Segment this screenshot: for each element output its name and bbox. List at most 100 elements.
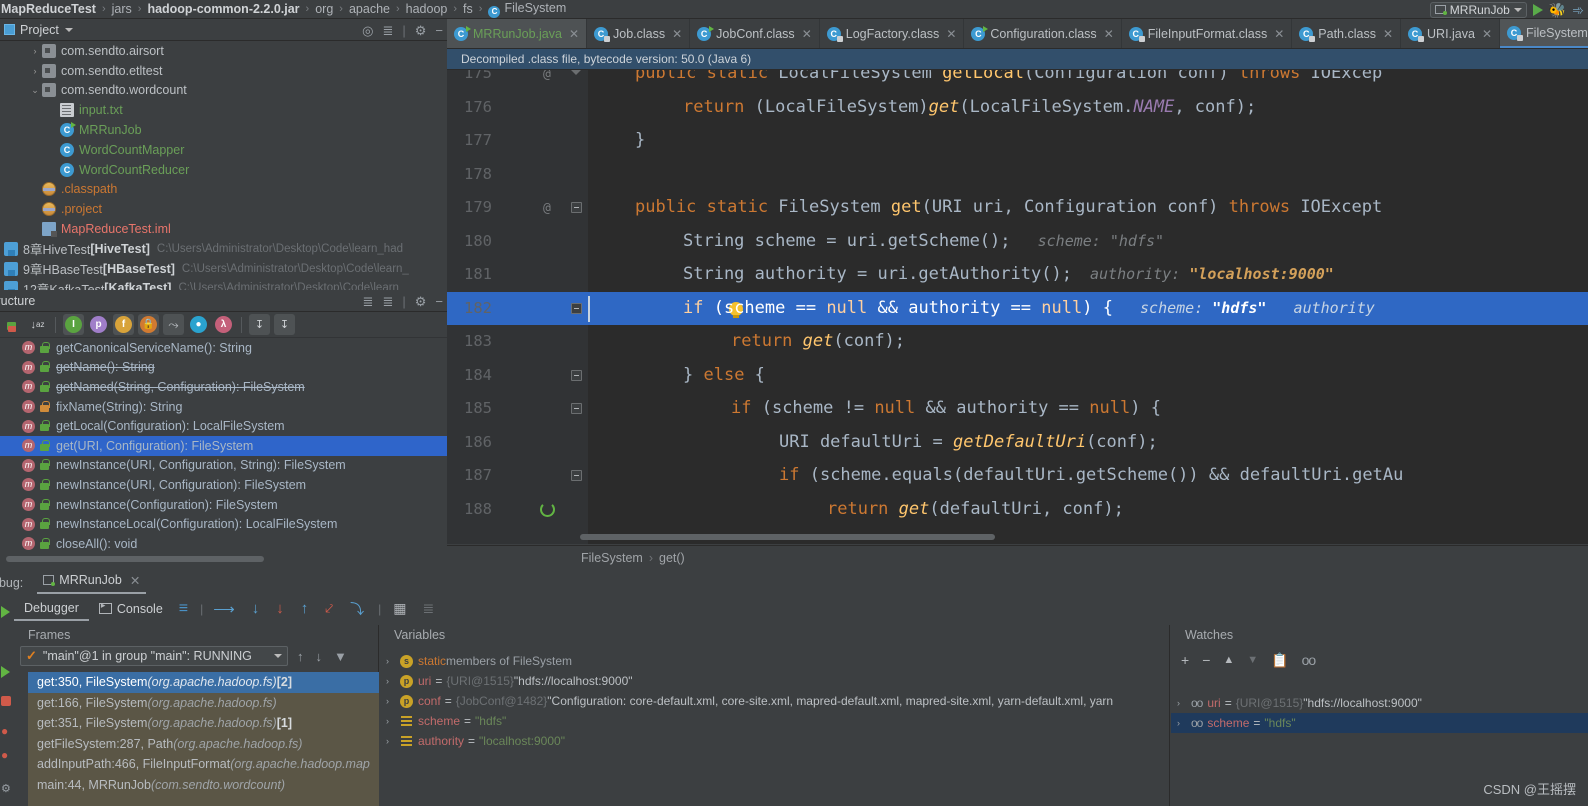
sort-alphabetically-icon[interactable]: ↓ az [27,314,48,335]
code-line[interactable]: if (scheme.equals(defaultUri.getScheme()… [779,459,1403,493]
code-line[interactable]: } else { [683,359,765,393]
chevron-right-icon[interactable]: › [28,66,42,76]
mute-breakpoints-icon[interactable]: ● [1,748,13,762]
project-tree-item[interactable]: C WordCountReducer [0,160,447,180]
code-line[interactable]: URI defaultUri = getDefaultUri(conf); [779,426,1158,460]
show-non-public-members-icon[interactable]: 🔒 [138,314,159,335]
fold-collapse-icon[interactable] [571,403,582,414]
code-line[interactable]: public static FileSystem get(URI uri, Co… [635,191,1382,225]
chevron-down-icon[interactable]: ⌄ [28,85,42,96]
project-module-item[interactable]: 8章HiveTest [HiveTest] C:\Users\Administra… [0,239,447,259]
drop-frame-icon[interactable]: ⤦ [325,600,333,617]
variables-list[interactable]: › s static members of FileSystem › p uri = {URI… [380,651,1169,751]
collapse-all-icon[interactable]: ≣ [382,295,393,308]
breadcrumb-item-7[interactable]: C FileSystem [487,1,567,18]
frame-row[interactable]: get:166, FileSystem (org.apache.hadoop.f… [28,693,379,714]
close-icon[interactable]: ✕ [569,27,579,41]
thread-selector[interactable]: ✓ "main"@1 in group "main": RUNNING [20,646,288,666]
evaluate-expression-icon[interactable]: ▦ [393,600,406,617]
view-breakpoints-icon[interactable]: ● [1,724,13,738]
structure-tree[interactable]: m getCanonicalServiceName(): String m getNa… [0,338,447,554]
step-over-icon[interactable]: ⟶ [213,600,235,618]
watch-row[interactable]: › oo uri = {URI@1515} "hdfs://localhost:9000… [1171,693,1588,713]
chevron-right-icon[interactable]: › [1177,718,1191,728]
editor-tab[interactable]: C URI.java ✕ [1401,19,1501,48]
close-icon[interactable]: ✕ [1104,27,1114,41]
editor-tab[interactable]: C Configuration.class ✕ [964,19,1122,48]
project-tree-item[interactable]: C WordCountMapper [0,140,447,160]
variable-row[interactable]: › scheme = "hdfs" [380,711,1169,731]
show-execution-point-icon[interactable]: ≡ [179,600,188,618]
breadcrumb-item-5[interactable]: hadoop [405,2,449,16]
structure-member-row[interactable]: m getCanonicalServiceName(): String [0,338,447,358]
gear-icon[interactable]: ⚙ [415,24,427,37]
breadcrumb-item-4[interactable]: apache [348,2,391,16]
step-out-icon[interactable]: ↑ [301,600,309,617]
structure-member-row[interactable]: m get(URI, Configuration): FileSystem [0,435,447,456]
show-inherited-icon[interactable]: I [63,314,84,335]
tab-console[interactable]: Console [89,596,173,621]
debug-resume-icon[interactable]: ➾ [1572,3,1584,17]
code-line[interactable]: String authority = uri.getAuthority(); a… [683,258,1334,292]
hide-icon[interactable]: − [435,24,443,37]
project-tree-item[interactable]: C MRRunJob [0,120,447,140]
variable-row[interactable]: › authority = "localhost:9000" [380,731,1169,751]
code-line[interactable]: return get(conf); [731,325,905,359]
project-tree-item[interactable]: MapReduceTest.iml [0,219,447,239]
locate-icon[interactable]: ◎ [362,24,373,37]
variable-row[interactable]: › p uri = {URI@1515} "hdfs://localhost:9000" [380,671,1169,691]
show-anonymous-icon[interactable]: ⤳ [163,314,184,335]
structure-member-row[interactable]: m closeAll(): void [0,534,447,554]
close-icon[interactable]: ✕ [1482,27,1492,41]
stop-icon[interactable] [1,696,11,706]
structure-member-row[interactable]: m newInstance(URI, Configuration, String)… [0,456,447,476]
show-non-public-icon[interactable] [2,314,23,335]
layout-settings-icon[interactable]: ≣ [423,600,435,617]
structure-member-row[interactable]: m newInstance(URI, Configuration): FileSy… [0,475,447,495]
chevron-right-icon[interactable]: › [28,46,42,56]
structure-member-row[interactable]: m getName(): String [0,358,447,378]
chevron-down-icon[interactable] [64,27,73,32]
frame-down-icon[interactable]: ↓ [313,649,326,664]
project-tree-item[interactable]: .project [0,199,447,219]
move-up-icon[interactable]: ▲ [1223,654,1234,666]
run-to-cursor-icon[interactable]: ⤵ [350,599,364,619]
run-configuration-selector[interactable]: MRRunJob [1429,1,1527,18]
resume-program-icon[interactable] [1,606,13,618]
editor-breadcrumb-item[interactable]: FileSystem [581,551,643,565]
project-tree[interactable]: › com.sendto.airsort › com.sendto.etltest ⌄ c… [0,41,447,290]
breadcrumb-item-2[interactable]: hadoop-common-2.2.0.jar [146,2,300,16]
close-icon[interactable]: ✕ [672,27,682,41]
structure-member-row[interactable]: m fixName(String): String [0,397,447,417]
project-tree-item[interactable]: ⌄ com.sendto.wordcount [0,81,447,101]
collapse-all-icon[interactable]: ≣ [382,24,393,37]
close-icon[interactable]: ✕ [1274,27,1284,41]
code-line[interactable]: if (scheme != null && authority == null)… [731,392,1161,426]
structure-member-row[interactable]: m getNamed(String, Configuration): FileSy… [0,377,447,397]
editor-breadcrumb[interactable]: FileSystem › get() [447,545,1588,569]
chevron-right-icon[interactable]: › [386,676,400,686]
hide-icon[interactable]: − [435,295,443,308]
expand-all-icon[interactable]: ↧ [249,314,270,335]
code-line[interactable]: String scheme = uri.getScheme(); scheme:… [683,225,1164,259]
project-module-item[interactable]: 12章KafkaTest [KafkaTest] C:\Users\Adminis… [0,279,447,290]
structure-member-row[interactable]: m getLocal(Configuration): LocalFileSyste… [0,416,447,436]
chevron-right-icon[interactable]: › [386,736,400,746]
project-tree-item[interactable]: › com.sendto.etltest [0,61,447,81]
structure-member-row[interactable]: m newInstance(Configuration): FileSystem [0,495,447,515]
frame-row[interactable]: get:351, FileSystem (org.apache.hadoop.f… [28,713,379,734]
editor-tab[interactable]: C LogFactory.class ✕ [820,19,965,48]
remove-watch-icon[interactable]: − [1202,652,1210,668]
variable-row[interactable]: › s static members of FileSystem [380,651,1169,671]
watch-row[interactable]: › oo scheme = "hdfs" [1171,713,1588,733]
code-line[interactable]: return get(defaultUri, conf); [827,493,1124,527]
editor-tab[interactable]: C JobConf.class ✕ [690,19,820,48]
force-step-into-icon[interactable]: ↓ [276,600,284,617]
code-line[interactable]: public static LocalFileSystem getLocal(C… [635,70,1382,91]
copy-icon[interactable]: 📋 [1271,652,1288,669]
project-tree-item[interactable]: .classpath [0,180,447,200]
run-icon[interactable] [1532,3,1543,16]
chevron-right-icon[interactable]: › [386,656,400,666]
show-interfaces-icon[interactable]: ● [188,314,209,335]
filter-icon[interactable]: ▼ [331,649,350,664]
